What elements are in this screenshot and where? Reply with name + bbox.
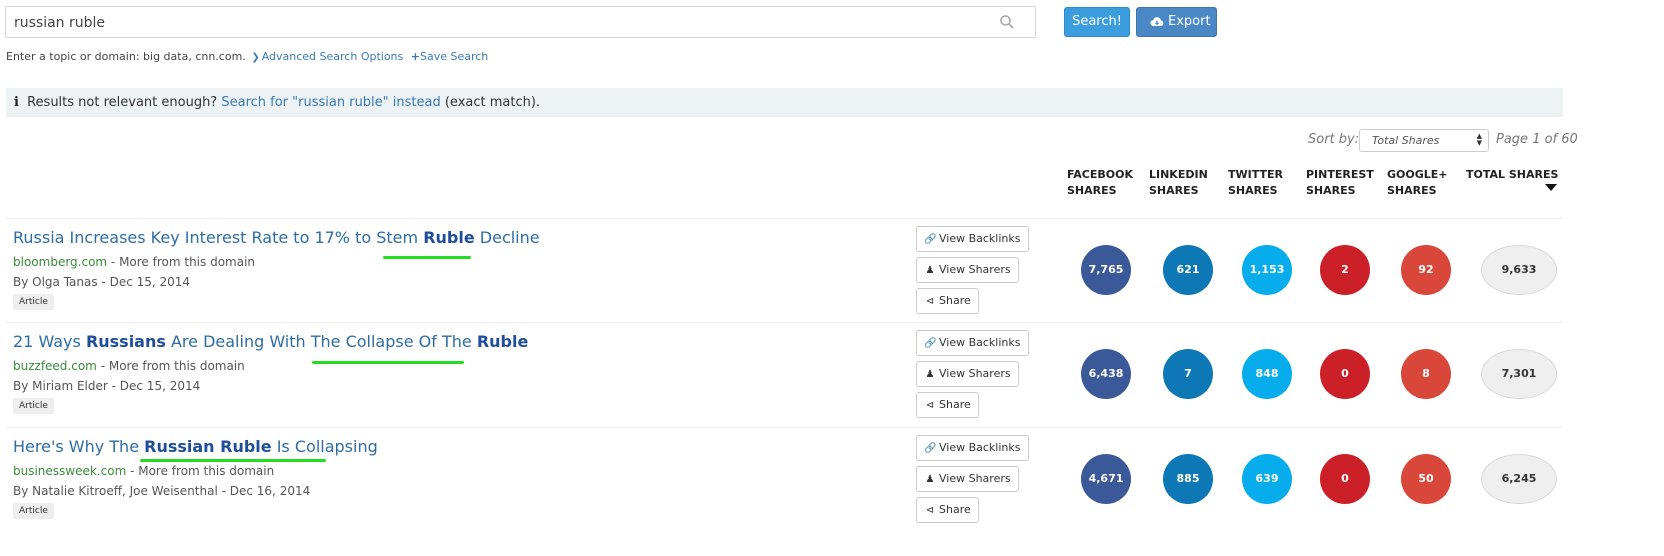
- result-byline: By Natalie Kitroeff, Joe Weisenthal - De…: [13, 484, 311, 498]
- column-header-googleplus[interactable]: GOOGLE+ SHARES: [1387, 167, 1448, 199]
- cloud-download-icon: [1150, 17, 1164, 27]
- alert-suffix: (exact match).: [444, 95, 541, 110]
- twitter-shares-count: 848: [1242, 349, 1292, 399]
- column-header-twitter[interactable]: TWITTER SHARES: [1228, 167, 1283, 199]
- sort-label: Sort by:: [1308, 132, 1360, 147]
- content-type-badge: Article: [13, 398, 54, 414]
- search-button[interactable]: Search!: [1064, 7, 1130, 37]
- linkedin-shares-count: 885: [1163, 454, 1213, 504]
- googleplus-shares-count: 8: [1401, 349, 1451, 399]
- content-type-badge: Article: [13, 294, 54, 310]
- share-icon: ⊲: [925, 505, 935, 516]
- facebook-shares-count: 6,438: [1081, 349, 1131, 399]
- result-byline: By Miriam Elder - Dec 15, 2014: [13, 379, 201, 393]
- save-search-link[interactable]: Save Search: [420, 50, 488, 63]
- result-domain[interactable]: bloomberg.com - More from this domain: [13, 255, 255, 269]
- twitter-shares-count: 1,153: [1242, 245, 1292, 295]
- result-domain[interactable]: businessweek.com - More from this domain: [13, 464, 274, 478]
- users-icon: ♟: [925, 369, 935, 380]
- result-domain[interactable]: buzzfeed.com - More from this domain: [13, 359, 245, 373]
- highlight-underline: [140, 459, 326, 462]
- search-box: [5, 6, 1036, 38]
- share-button[interactable]: ⊲ Share: [916, 392, 979, 418]
- result-title-link[interactable]: Russia Increases Key Interest Rate to 17…: [13, 228, 540, 247]
- share-button[interactable]: ⊲ Share: [916, 497, 979, 523]
- result-byline: By Olga Tanas - Dec 15, 2014: [13, 275, 191, 289]
- googleplus-shares-count: 92: [1401, 245, 1451, 295]
- relevance-alert: i Results not relevant enough? Search fo…: [6, 88, 1563, 117]
- linkedin-shares-count: 7: [1163, 349, 1213, 399]
- share-icon: ⊲: [925, 400, 935, 411]
- view-sharers-button[interactable]: ♟ View Sharers: [916, 466, 1019, 492]
- content-type-badge: Article: [13, 503, 54, 519]
- pinterest-shares-count: 0: [1320, 454, 1370, 504]
- linkedin-shares-count: 621: [1163, 245, 1213, 295]
- advanced-search-link[interactable]: Advanced Search Options: [262, 50, 404, 63]
- column-header-total[interactable]: TOTAL SHARES: [1466, 167, 1558, 183]
- users-icon: ♟: [925, 474, 935, 485]
- total-shares-count: 7,301: [1481, 349, 1557, 399]
- result-title-link[interactable]: 21 Ways Russians Are Dealing With The Co…: [13, 332, 528, 351]
- users-icon: ♟: [925, 265, 935, 276]
- link-icon: 🔗: [924, 443, 937, 454]
- chevron-down-icon: ❯: [251, 52, 260, 63]
- search-hint-row: Enter a topic or domain: big data, cnn.c…: [6, 50, 488, 63]
- view-sharers-button[interactable]: ♟ View Sharers: [916, 361, 1019, 387]
- share-button[interactable]: ⊲ Share: [916, 288, 979, 314]
- more-from-domain-link[interactable]: - More from this domain: [107, 255, 255, 269]
- link-icon: 🔗: [924, 234, 937, 245]
- total-shares-count: 6,245: [1481, 454, 1557, 504]
- view-backlinks-button[interactable]: 🔗 View Backlinks: [916, 330, 1029, 356]
- sort-desc-icon[interactable]: [1545, 184, 1557, 191]
- column-header-pinterest[interactable]: PINTEREST SHARES: [1306, 167, 1374, 199]
- sort-select[interactable]: Total Shares ▲ ▼: [1359, 129, 1489, 152]
- export-button[interactable]: Export: [1136, 7, 1217, 37]
- pinterest-shares-count: 0: [1320, 349, 1370, 399]
- info-icon: i: [14, 95, 19, 110]
- export-label: Export: [1168, 14, 1211, 29]
- view-sharers-button[interactable]: ♟ View Sharers: [916, 257, 1019, 283]
- result-title-link[interactable]: Here's Why The Russian Ruble Is Collapsi…: [13, 437, 378, 456]
- twitter-shares-count: 639: [1242, 454, 1292, 504]
- pinterest-shares-count: 2: [1320, 245, 1370, 295]
- search-input[interactable]: [14, 12, 974, 34]
- sort-selected-value: Total Shares: [1372, 134, 1440, 147]
- highlight-underline: [383, 256, 471, 259]
- googleplus-shares-count: 50: [1401, 454, 1451, 504]
- alert-prefix: Results not relevant enough?: [27, 95, 218, 110]
- exact-match-link[interactable]: Search for "russian ruble" instead: [221, 95, 440, 110]
- column-header-linkedin[interactable]: LINKEDIN SHARES: [1149, 167, 1208, 199]
- search-hint: Enter a topic or domain: big data, cnn.c…: [6, 50, 246, 63]
- total-shares-count: 9,633: [1481, 245, 1557, 295]
- page-info: Page 1 of 60: [1496, 132, 1578, 147]
- column-header-facebook[interactable]: FACEBOOK SHARES: [1067, 167, 1133, 199]
- highlight-underline: [312, 361, 464, 364]
- search-icon[interactable]: [999, 14, 1015, 30]
- facebook-shares-count: 7,765: [1081, 245, 1131, 295]
- select-arrows-icon: ▲ ▼: [1476, 132, 1482, 147]
- view-backlinks-button[interactable]: 🔗 View Backlinks: [916, 226, 1029, 252]
- view-backlinks-button[interactable]: 🔗 View Backlinks: [916, 435, 1029, 461]
- plus-icon: +: [410, 50, 420, 63]
- more-from-domain-link[interactable]: - More from this domain: [97, 359, 245, 373]
- share-icon: ⊲: [925, 296, 935, 307]
- more-from-domain-link[interactable]: - More from this domain: [126, 464, 274, 478]
- link-icon: 🔗: [924, 338, 937, 349]
- facebook-shares-count: 4,671: [1081, 454, 1131, 504]
